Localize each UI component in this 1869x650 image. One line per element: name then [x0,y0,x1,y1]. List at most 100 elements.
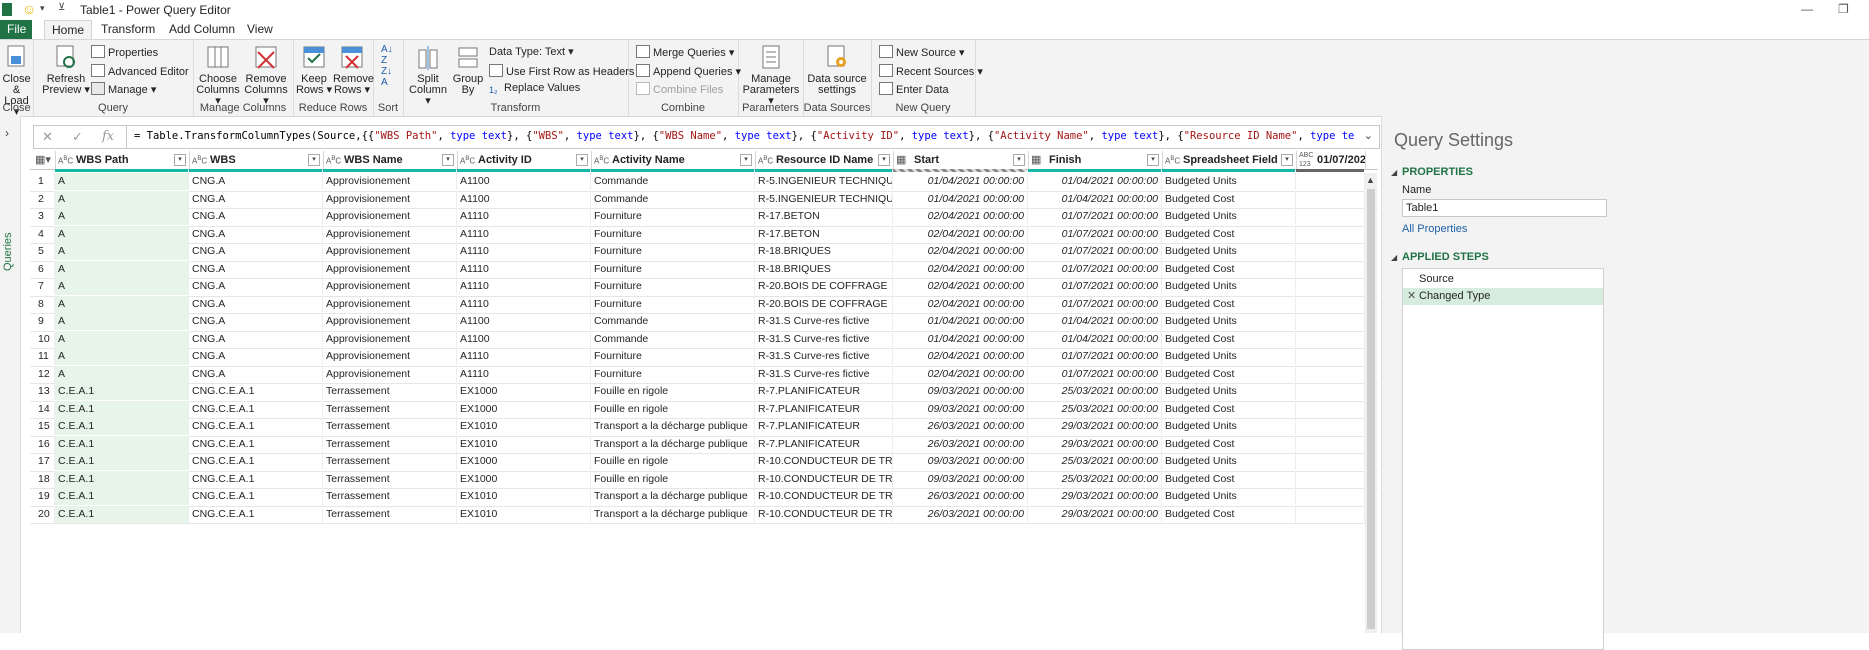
table-cell[interactable]: 01/07/2021 00:00:00 [1028,243,1162,260]
remove-rows-button[interactable]: Remove Rows ▾ [333,44,374,96]
table-cell[interactable]: Approvisionement [323,278,457,295]
text-type-icon[interactable]: ABC [460,155,475,166]
table-cell[interactable]: 01/04/2021 00:00:00 [1028,173,1162,190]
expand-queries-icon[interactable]: › [5,126,9,140]
table-cell[interactable]: Budgeted Units [1162,383,1296,400]
table-cell[interactable]: Budgeted Units [1162,418,1296,435]
table-cell[interactable]: C.E.A.1 [55,488,189,505]
table-cell[interactable]: 25/03/2021 00:00:00 [1028,383,1162,400]
manage-button[interactable]: Manage ▾ [91,82,156,96]
column-header-activity-id[interactable]: ABC Activity ID ▾ [457,151,592,169]
table-cell[interactable]: Fourniture [591,278,755,295]
table-cell[interactable]: R-7.PLANIFICATEUR [755,418,893,435]
table-cell[interactable]: Fourniture [591,243,755,260]
table-cell[interactable]: Commande [591,330,755,348]
table-cell[interactable]: R-20.BOIS DE COFFRAGE [755,278,893,295]
table-cell[interactable]: Fourniture [591,295,755,313]
table-cell[interactable]: Commande [591,190,755,208]
table-cell[interactable]: CNG.A [189,173,323,190]
table-cell[interactable]: R-18.BRIQUES [755,260,893,278]
table-cell[interactable]: 02/04/2021 00:00:00 [893,348,1028,365]
table-row[interactable]: 12 A CNG.A Approvisionement A1110 Fourniture R… [30,365,1378,384]
column-header-finish[interactable]: ▦ Finish ▾ [1028,151,1163,169]
table-cell[interactable]: Budgeted Cost [1162,260,1296,278]
recent-sources-button[interactable]: Recent Sources ▾ [879,64,983,78]
table-cell[interactable]: A [55,348,189,365]
table-cell[interactable]: Transport a la décharge publique [591,418,755,435]
table-cell[interactable]: Approvisionement [323,348,457,365]
table-cell[interactable]: R-31.S Curve-res fictive [755,330,893,348]
table-cell[interactable]: 02/04/2021 00:00:00 [893,278,1028,295]
table-cell[interactable]: EX1010 [457,505,591,523]
column-filter-dropdown-icon[interactable]: ▾ [442,154,454,166]
column-filter-dropdown-icon[interactable]: ▾ [740,154,752,166]
table-cell[interactable]: Transport a la décharge publique [591,488,755,505]
table-cell[interactable]: Terrassement [323,453,457,470]
vertical-scrollbar[interactable]: ▲ [1365,173,1377,633]
table-cell[interactable]: A1100 [457,330,591,348]
table-cell[interactable]: 01/07/2021 00:00:00 [1028,208,1162,225]
table-cell[interactable]: 01/04/2021 00:00:00 [1028,330,1162,348]
table-cell[interactable]: EX1010 [457,435,591,453]
table-cell[interactable]: Approvisionement [323,295,457,313]
table-cell[interactable]: 09/03/2021 00:00:00 [893,400,1028,418]
table-cell[interactable]: 26/03/2021 00:00:00 [893,505,1028,523]
expand-formula-icon[interactable]: ⌄ [1364,129,1373,142]
table-cell[interactable]: A [55,190,189,208]
table-cell[interactable]: Transport a la décharge publique [591,505,755,523]
table-cell[interactable]: Fourniture [591,348,755,365]
table-cell[interactable]: A [55,330,189,348]
table-cell[interactable]: 09/03/2021 00:00:00 [893,383,1028,400]
table-cell[interactable]: A [55,173,189,190]
table-row[interactable]: 1 A CNG.A Approvisionement A1100 Commande R-5.… [30,173,1378,192]
table-cell[interactable]: C.E.A.1 [55,400,189,418]
any-type-icon[interactable]: ABC 123 [1299,151,1313,169]
scroll-up-icon[interactable]: ▲ [1366,175,1375,185]
table-cell[interactable]: 01/04/2021 00:00:00 [893,190,1028,208]
table-cell[interactable] [1296,435,1365,453]
table-cell[interactable]: Fourniture [591,208,755,225]
column-header-activity-name[interactable]: ABC Activity Name ▾ [591,151,756,169]
table-cell[interactable]: 02/04/2021 00:00:00 [893,225,1028,243]
table-cell[interactable] [1296,225,1365,243]
column-filter-dropdown-icon[interactable]: ▾ [308,154,320,166]
table-cell[interactable]: A [55,278,189,295]
table-cell[interactable]: Budgeted Units [1162,278,1296,295]
keep-rows-button[interactable]: Keep Rows ▾ [295,44,333,96]
text-type-icon[interactable]: ABC [1165,155,1180,166]
table-cell[interactable]: Approvisionement [323,313,457,330]
table-cell[interactable]: Approvisionement [323,260,457,278]
table-cell[interactable]: EX1000 [457,383,591,400]
table-cell[interactable]: EX1010 [457,488,591,505]
table-row[interactable]: 13 C.E.A.1 CNG.C.E.A.1 Terrassement EX1000 Fo… [30,383,1378,402]
table-cell[interactable]: C.E.A.1 [55,435,189,453]
table-cell[interactable] [1296,348,1365,365]
table-cell[interactable]: CNG.A [189,313,323,330]
tab-home[interactable]: Home [44,20,93,40]
table-cell[interactable]: Fouille en rigole [591,453,755,470]
data-source-settings-button[interactable]: Data source settings [807,44,867,96]
table-row[interactable]: 7 A CNG.A Approvisionement A1110 Fourniture R-… [30,278,1378,297]
feedback-smiley-icon[interactable]: ☺ [22,1,36,17]
table-cell[interactable]: CNG.C.E.A.1 [189,488,323,505]
table-cell[interactable] [1296,365,1365,383]
choose-columns-button[interactable]: Choose Columns ▾ [195,44,241,107]
collapse-applied-steps-icon[interactable]: ◢ [1391,253,1397,262]
datetime-type-icon[interactable]: ▦ [896,154,910,165]
table-cell[interactable]: CNG.C.E.A.1 [189,453,323,470]
tab-transform[interactable]: Transform [94,20,162,39]
split-column-button[interactable]: Split Column ▾ [407,44,449,107]
table-cell[interactable]: Budgeted Cost [1162,470,1296,488]
table-cell[interactable]: R-18.BRIQUES [755,243,893,260]
table-cell[interactable]: A1110 [457,225,591,243]
table-row[interactable]: 16 C.E.A.1 CNG.C.E.A.1 Terrassement EX1010 Tr… [30,435,1378,454]
table-cell[interactable]: CNG.A [189,278,323,295]
table-cell[interactable]: CNG.A [189,260,323,278]
table-cell[interactable]: C.E.A.1 [55,453,189,470]
tab-file[interactable]: File [0,20,32,39]
table-cell[interactable]: 29/03/2021 00:00:00 [1028,418,1162,435]
table-cell[interactable]: Terrassement [323,435,457,453]
table-cell[interactable]: R-10.CONDUCTEUR DE TRAVA... [755,470,893,488]
table-cell[interactable]: 01/07/2021 00:00:00 [1028,295,1162,313]
column-filter-dropdown-icon[interactable]: ▾ [1147,154,1159,166]
